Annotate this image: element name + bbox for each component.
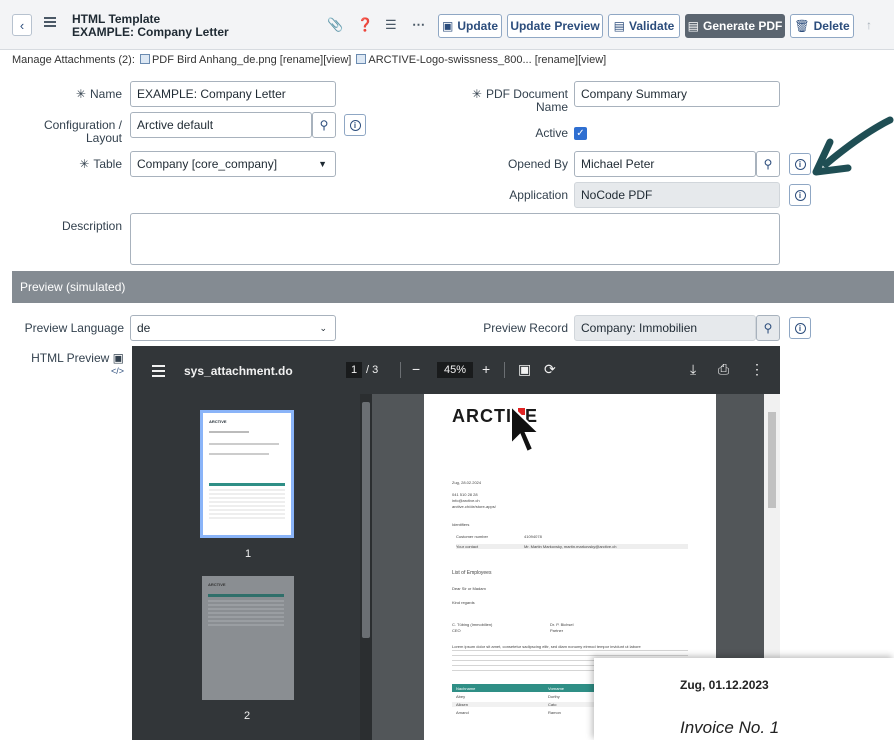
more-vertical-icon[interactable]: ⋮ [750,361,764,378]
pdf-document-name-label: ✳ PDF Document Name [471,87,568,114]
search-icon: ⚲ [763,157,773,171]
active-label: Active [535,126,568,140]
attachment-link-2[interactable]: ARCTIVE-Logo-swissness_800... [368,54,531,66]
preview-record-lookup-button[interactable]: ⚲ [756,315,780,341]
settings-sliders-icon[interactable]: ☰ [385,17,397,33]
more-options-icon[interactable]: ⋯ [412,17,425,33]
caret-down-icon: ▼ [318,159,327,169]
form-header: ‹ HTML Template EXAMPLE: Company Letter … [0,0,894,50]
mouse-cursor-icon [510,404,542,454]
print-icon[interactable]: ⎙ [718,361,729,378]
back-button[interactable]: ‹ [12,14,32,36]
delete-button[interactable]: 🗑 Delete [790,14,854,38]
update-preview-button[interactable]: Update Preview [507,14,603,38]
invoice-number: Invoice No. 1 [680,718,780,737]
attachments-row: Manage Attachments (2): PDF Bird Anhang_… [12,54,607,66]
update-button[interactable]: ▣ Update [438,14,502,38]
attachment-actions-1[interactable]: [rename][view] [280,54,352,66]
invoice-date: Zug, 01.12.2023 [680,678,769,692]
name-input[interactable]: EXAMPLE: Company Letter [130,81,336,107]
table-label: ✳ Table [79,157,122,171]
preview-language-label: Preview Language [24,321,124,335]
active-checkbox[interactable]: ✓ [574,127,587,140]
download-icon[interactable]: ⤓ [690,361,696,378]
configuration-info-button[interactable]: i [344,114,366,136]
info-icon: i [794,158,806,170]
fit-page-icon[interactable]: ▣ [518,361,531,378]
opened-by-lookup-button[interactable]: ⚲ [756,151,780,177]
document-icon: ▤ [613,19,625,33]
record-title: HTML Template EXAMPLE: Company Letter [72,13,229,39]
table-select[interactable]: Company [core_company] ▼ [130,151,336,177]
name-label: ✳ Name [75,87,122,101]
zoom-out-icon[interactable]: − [412,361,420,377]
preview-section-header: Preview (simulated) [12,271,894,303]
checkmark-icon: ✓ [576,128,585,139]
zoom-level-input[interactable]: 45% [437,362,473,378]
search-icon: ⚲ [319,118,329,132]
title-record-name: EXAMPLE: Company Letter [72,25,229,39]
arrow-up-icon[interactable]: ↑ [866,18,872,32]
preview-record-field: Company: Immobilien [574,315,756,341]
pdf-icon: ▤ [687,19,699,33]
pdf-filename: sys_attachment.do [184,364,293,378]
thumbnail-page-number: 2 [244,710,251,722]
application-label: Application [509,188,568,202]
html-preview-label: HTML Preview ▣ </> [12,352,124,378]
thumbnail-page-number: 1 [245,548,252,560]
save-icon: ▣ [442,19,454,33]
chevron-down-icon: ⌄ [319,323,327,333]
description-label: Description [61,219,122,233]
pdf-viewer-toolbar: sys_attachment.do 1 / 3 − 45% + ▣ ⟳ ⤓ ⎙ … [132,346,780,394]
preview-record-info-button[interactable]: i [789,317,811,339]
info-icon: i [794,322,806,334]
configuration-layout-label: Configuration / Layout [43,118,122,145]
info-icon: i [349,119,361,131]
image-file-icon [356,54,367,64]
opened-by-info-button[interactable]: i [789,153,811,175]
menu-icon[interactable] [152,365,165,380]
application-field: NoCode PDF [574,182,780,208]
opened-by-label: Opened By [507,157,568,171]
application-info-button[interactable]: i [789,184,811,206]
opened-by-input[interactable]: Michael Peter [574,151,756,177]
code-icon[interactable]: </> [12,365,124,378]
page-number-input[interactable]: 1 [346,362,362,378]
thumbnail-scrollbar[interactable] [360,394,372,740]
attachment-link-1[interactable]: PDF Bird Anhang_de.png [152,54,277,66]
save-icon[interactable]: ▣ [113,351,124,365]
help-icon[interactable]: ❓ [357,17,373,33]
description-textarea[interactable] [130,213,780,265]
chevron-left-icon: ‹ [19,17,25,33]
paperclip-icon[interactable]: 📎 [327,17,343,33]
page-thumbnail-1[interactable]: ARCTIVE [200,410,294,538]
generate-pdf-button[interactable]: ▤ Generate PDF [685,14,785,38]
rotate-icon[interactable]: ⟳ [544,361,556,378]
annotation-arrow-icon [812,116,894,176]
trash-icon: 🗑 [794,19,810,33]
page-thumbnail-2[interactable]: ARCTIVE [202,576,294,700]
zoom-in-icon[interactable]: + [482,361,490,377]
validate-button[interactable]: ▤ Validate [608,14,680,38]
search-icon: ⚲ [763,321,773,335]
page-total: / 3 [366,364,379,376]
preview-language-select[interactable]: de ⌄ [130,315,336,341]
invoice-preview-overlay: Zug, 01.12.2023 Invoice No. 1 [594,658,894,740]
info-icon: i [794,189,806,201]
configuration-lookup-button[interactable]: ⚲ [312,112,336,138]
attachment-actions-2[interactable]: [rename][view] [535,54,607,66]
configuration-input[interactable]: Arctive default [130,112,312,138]
pdf-document-name-input[interactable]: Company Summary [574,81,780,107]
image-file-icon [139,54,150,64]
preview-record-label: Preview Record [483,321,568,335]
context-menu-icon[interactable] [44,17,56,27]
